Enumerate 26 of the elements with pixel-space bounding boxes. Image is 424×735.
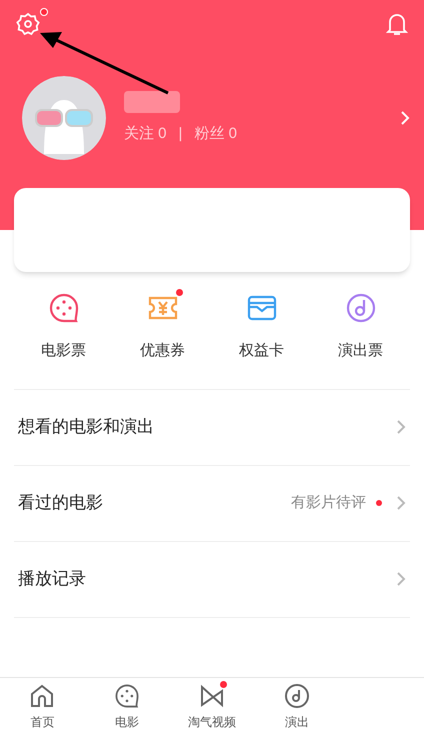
music-note-icon	[344, 292, 376, 324]
settings-icon[interactable]	[16, 12, 40, 36]
chevron-right-icon	[400, 111, 410, 125]
film-reel-icon	[48, 292, 80, 324]
shortcut-button[interactable]: 电影票	[14, 292, 113, 362]
tab-bar-item[interactable]: 首页	[0, 678, 85, 735]
separator: |	[178, 124, 182, 144]
home-icon	[29, 682, 56, 708]
tab-bar-item[interactable]: 演出	[254, 678, 340, 735]
menu-row[interactable]: 看过的电影 有影片待评	[14, 466, 410, 542]
blurred-username	[124, 90, 180, 113]
shortcut-button[interactable]: 演出票	[311, 292, 410, 362]
menu-row[interactable]: 想看的电影和演出	[14, 390, 410, 466]
bell-icon[interactable]	[386, 12, 408, 36]
shortcut-button[interactable]: 优惠券	[113, 292, 212, 362]
bowtie-icon	[198, 682, 225, 708]
chevron-right-icon	[396, 420, 406, 434]
film-reel-icon	[114, 682, 140, 708]
menu-row[interactable]: 播放记录	[14, 542, 410, 618]
shortcut-button[interactable]: 权益卡	[212, 292, 311, 362]
tab-bar-item[interactable]: 电影	[84, 678, 170, 735]
tab-bar-item[interactable]: 淘气视频	[170, 678, 254, 735]
chevron-right-icon	[396, 496, 406, 510]
music-note-icon	[284, 682, 310, 708]
chevron-right-icon	[396, 572, 406, 586]
avatar[interactable]	[22, 76, 106, 160]
